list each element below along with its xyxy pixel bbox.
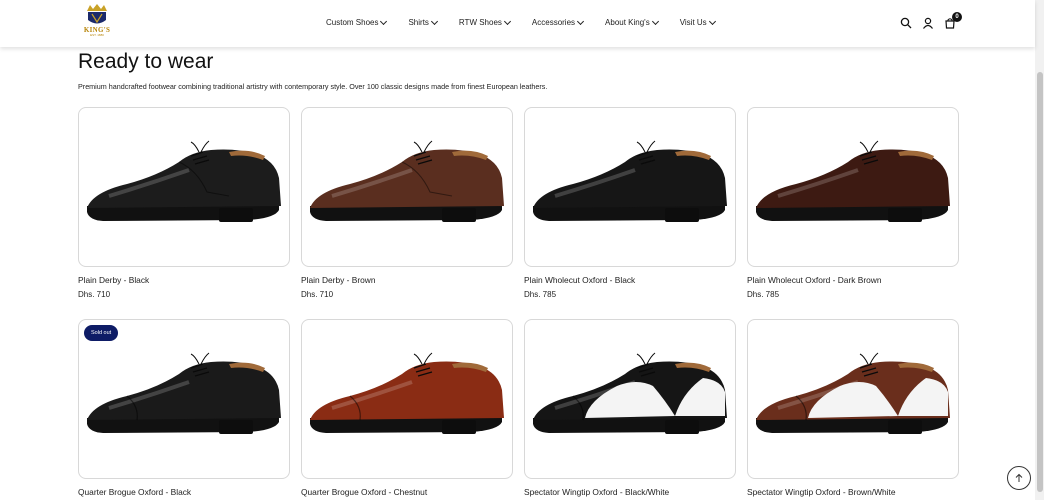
nav-item-custom-shoes[interactable]: Custom Shoes — [326, 17, 388, 27]
nav-label: Accessories — [531, 18, 576, 27]
product-card[interactable]: Plain Derby - Black Dhs. 710 — [78, 107, 290, 299]
product-card[interactable]: Sold out Quarter Brogue Oxford - Black — [78, 319, 290, 502]
page-title: Ready to wear — [78, 50, 214, 73]
scrollbar-thumb[interactable] — [1037, 72, 1043, 492]
product-image[interactable] — [524, 107, 736, 267]
product-image[interactable] — [301, 319, 513, 479]
sold-out-badge: Sold out — [84, 325, 119, 341]
scrollbar[interactable] — [1035, 0, 1044, 500]
nav-item-accessories[interactable]: Accessories — [531, 17, 585, 27]
product-image[interactable] — [747, 107, 959, 267]
logo-subtext: EST. 1880 — [90, 33, 104, 37]
product-card[interactable]: Spectator Wingtip Oxford - Brown/White — [747, 319, 959, 502]
nav-label: Custom Shoes — [326, 18, 379, 27]
product-price: Dhs. 785 — [747, 290, 780, 299]
product-title[interactable]: Quarter Brogue Oxford - Chestnut — [301, 487, 513, 497]
crown-shield-icon — [87, 4, 107, 24]
product-title[interactable]: Spectator Wingtip Oxford - Black/White — [524, 487, 736, 497]
product-card[interactable]: Spectator Wingtip Oxford - Black/White — [524, 319, 736, 502]
user-icon[interactable] — [922, 17, 934, 29]
chevron-down-icon — [651, 17, 659, 25]
product-price: Dhs. 710 — [301, 290, 334, 299]
shoe-image — [756, 140, 950, 222]
chevron-down-icon — [380, 17, 388, 25]
main-nav: Custom Shoes Shirts RTW Shoes Accessorie… — [326, 17, 737, 27]
nav-item-shirts[interactable]: Shirts — [408, 17, 438, 27]
page-description: Premium handcrafted footwear combining t… — [78, 82, 548, 91]
nav-label: Shirts — [408, 18, 429, 27]
site-header: KING'S EST. 1880 Custom Shoes Shirts RTW… — [0, 0, 1035, 47]
shoe-image — [310, 352, 504, 434]
shoe-image — [87, 140, 281, 222]
arrow-up-icon — [1015, 473, 1023, 482]
product-title[interactable]: Plain Wholecut Oxford - Black — [524, 275, 736, 285]
shoe-image — [310, 140, 504, 222]
product-title[interactable]: Plain Wholecut Oxford - Dark Brown — [747, 275, 959, 285]
product-card[interactable]: Plain Derby - Brown Dhs. 710 — [301, 107, 513, 299]
search-icon[interactable] — [900, 17, 912, 29]
back-to-top-button[interactable] — [1007, 466, 1031, 490]
nav-item-visit-us[interactable]: Visit Us — [679, 17, 716, 27]
product-card[interactable]: Quarter Brogue Oxford - Chestnut — [301, 319, 513, 502]
product-title[interactable]: Plain Derby - Brown — [301, 275, 513, 285]
product-image[interactable] — [78, 107, 290, 267]
brand-logo[interactable]: KING'S EST. 1880 — [83, 3, 111, 41]
chevron-down-icon — [576, 17, 585, 25]
product-title[interactable]: Quarter Brogue Oxford - Black — [78, 487, 290, 497]
product-price: Dhs. 710 — [78, 290, 111, 299]
product-price: Dhs. 785 — [524, 290, 557, 299]
nav-item-about[interactable]: About King's — [605, 17, 659, 27]
product-image[interactable]: Sold out — [78, 319, 290, 479]
shoe-image — [756, 352, 950, 434]
chevron-down-icon — [503, 17, 511, 25]
chevron-down-icon — [430, 17, 438, 25]
shoe-image — [87, 352, 281, 434]
chevron-down-icon — [708, 17, 716, 25]
product-image[interactable] — [747, 319, 959, 479]
nav-label: Visit Us — [679, 18, 707, 27]
product-title[interactable]: Plain Derby - Black — [78, 275, 290, 285]
shoe-image — [533, 352, 727, 434]
nav-label: About King's — [605, 18, 650, 27]
product-card[interactable]: Plain Wholecut Oxford - Black Dhs. 785 — [524, 107, 736, 299]
product-image[interactable] — [301, 107, 513, 267]
nav-item-rtw-shoes[interactable]: RTW Shoes — [458, 17, 511, 27]
shoe-image — [533, 140, 727, 222]
nav-label: RTW Shoes — [458, 18, 502, 27]
cart-count-badge: 0 — [952, 12, 962, 22]
product-card[interactable]: Plain Wholecut Oxford - Dark Brown Dhs. 7… — [747, 107, 959, 299]
product-image[interactable] — [524, 319, 736, 479]
product-title[interactable]: Spectator Wingtip Oxford - Brown/White — [747, 487, 959, 497]
